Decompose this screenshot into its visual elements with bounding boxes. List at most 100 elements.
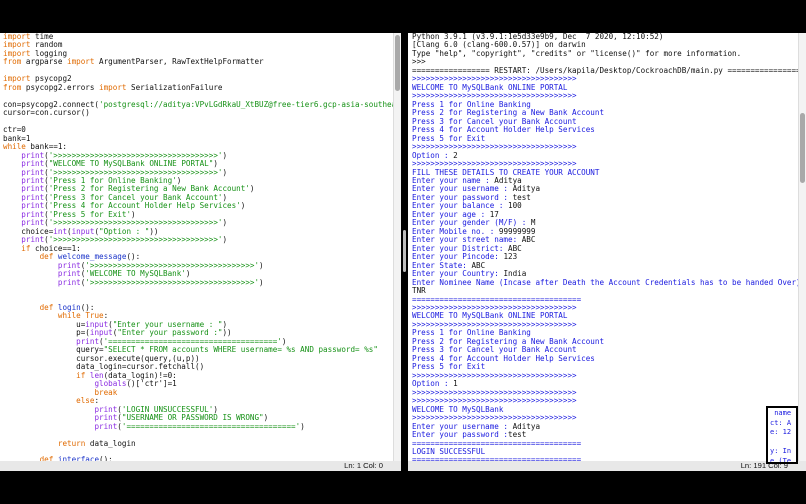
code-token: Aditya	[512, 422, 541, 431]
code-token: Enter your age :	[412, 210, 490, 219]
code-token: )	[281, 337, 287, 346]
editor-line: from argparse import ArgumentParser, Raw…	[3, 58, 401, 66]
shell-line: >>>>>>>>>>>>>>>>>>>>>>>>>>>>>>>>>>>>	[412, 414, 805, 422]
shell-pane[interactable]: Python 3.9.1 (v3.9.1:1e5d33e9b9, Dec 7 2…	[408, 33, 806, 471]
editor-line: print('Press 1 for Online Banking')	[3, 177, 401, 185]
shell-line: Enter your Pincode: 123	[412, 253, 805, 261]
code-token: Aditya	[512, 185, 541, 194]
code-token: 99999999	[498, 227, 536, 236]
autocomplete-item[interactable]: e: 12	[770, 428, 794, 438]
code-token: >>>>>>>>>>>>>>>>>>>>>>>>>>>>>>>>>>>>	[412, 92, 577, 101]
editor-pane[interactable]: import time import random import logging fr…	[0, 33, 401, 471]
code-token: Press 5 for Exit	[412, 134, 486, 143]
code-token: test	[508, 431, 527, 440]
code-token: print	[94, 422, 118, 431]
code-token: '>>>>>>>>>>>>>>>>>>>>>>>>>>>>>>>>>>>>'	[48, 168, 223, 177]
shell-line: FILL THESE DETAILS TO CREATE YOUR ACCOUN…	[412, 169, 805, 177]
shell-line: =====================================	[412, 296, 805, 304]
code-token: )	[131, 210, 136, 219]
code-token: "Enter your password :"	[117, 329, 223, 338]
shell-line: Press 2 for Registering a New Bank Accou…	[412, 338, 805, 346]
editor-line: print('WELCOME TO MySQLBank')	[3, 270, 401, 278]
shell-line: Enter your gender (M/F) : M	[412, 219, 805, 227]
code-token: Python 3.9.1 (v3.9.1:1e5d33e9b9, Dec 7 2…	[412, 33, 664, 41]
code-token: WELCOME TO MySQLBank ONLINE PORTAL	[412, 312, 568, 321]
code-token: "Enter your username : "	[112, 320, 223, 329]
code-token: print	[21, 193, 45, 202]
editor-line: print('>>>>>>>>>>>>>>>>>>>>>>>>>>>>>>>>>…	[3, 262, 401, 270]
shell-output[interactable]: Python 3.9.1 (v3.9.1:1e5d33e9b9, Dec 7 2…	[412, 33, 805, 471]
editor-vertical-scrollbar[interactable]	[393, 33, 401, 471]
code-token: Enter your Pincode:	[412, 253, 504, 262]
editor-code[interactable]: import time import random import logging fr…	[3, 33, 401, 471]
code-token: globals	[94, 380, 127, 389]
shell-line: Press 2 for Registering a New Bank Accou…	[412, 109, 805, 117]
shell-line: Type "help", "copyright", "credits" or "…	[412, 50, 805, 58]
editor-scrollbar-thumb[interactable]	[395, 35, 400, 91]
code-token: ctr=0	[3, 126, 26, 135]
code-token: :	[94, 397, 100, 406]
editor-line: if choice==1:	[3, 245, 401, 253]
code-token: u=	[3, 320, 86, 329]
code-token: cursor.execute(query,(u,p))	[3, 354, 200, 363]
code-token: Enter your username :	[412, 422, 513, 431]
code-token: LOGIN SUCCESSFUL	[412, 447, 486, 456]
code-token: Press 3 for Cancel your Bank Account	[412, 346, 577, 355]
code-token: time	[30, 33, 54, 41]
autocomplete-item[interactable]: y: In	[770, 447, 794, 457]
code-token: )	[222, 320, 228, 329]
shell-scrollbar-thumb[interactable]	[800, 113, 805, 183]
code-token: Press 5 for Exit	[412, 363, 486, 372]
code-token: print	[21, 202, 45, 211]
editor-line: print('Press 4 for Account Holder Help S…	[3, 202, 401, 210]
autocomplete-item[interactable]: name	[770, 409, 794, 419]
editor-line: import random	[3, 41, 401, 49]
editor-line: data_login=cursor.fetchall()	[3, 363, 401, 371]
shell-status-bar: Ln: 191 Col: 9	[408, 461, 806, 471]
code-token: Enter your District:	[412, 244, 509, 253]
shell-line: WELCOME TO MySQLBank ONLINE PORTAL	[412, 84, 805, 92]
code-token: "Option : "	[99, 227, 150, 236]
autocomplete-popup[interactable]: name ct: Ae: 12 y: In e (Te	[766, 406, 798, 464]
pane-divider-handle[interactable]	[403, 230, 406, 272]
code-token: )	[263, 414, 269, 423]
shell-line: Enter your street name: ABC	[412, 236, 805, 244]
code-token: India	[503, 270, 527, 279]
shell-vertical-scrollbar[interactable]	[798, 33, 806, 471]
pane-divider[interactable]	[401, 33, 408, 504]
code-token: def	[39, 253, 54, 262]
code-token: Enter State:	[412, 261, 472, 270]
code-token: >>>>>>>>>>>>>>>>>>>>>>>>>>>>>>>>>>>>	[412, 75, 577, 84]
code-token: Type "help", "copyright", "credits" or "…	[412, 49, 742, 58]
code-token: 'WELCOME TO MySQLBank'	[85, 270, 186, 279]
code-token: )	[259, 278, 264, 287]
editor-line: print('>>>>>>>>>>>>>>>>>>>>>>>>>>>>>>>>>…	[3, 219, 401, 227]
code-token: )	[222, 236, 228, 245]
editor-line: else:	[3, 397, 401, 405]
autocomplete-item[interactable]: ct: A	[770, 419, 794, 429]
shell-line: Enter your password :test	[412, 431, 805, 439]
autocomplete-item[interactable]	[770, 438, 794, 448]
code-token: M	[530, 219, 536, 228]
code-token: >>>>>>>>>>>>>>>>>>>>>>>>>>>>>>>>>>>>	[412, 414, 577, 423]
code-token: def	[39, 304, 54, 312]
code-token: while	[3, 143, 26, 152]
code-token: >>>>>>>>>>>>>>>>>>>>>>>>>>>>>>>>>>>>	[412, 388, 577, 397]
code-token: Option :	[412, 380, 454, 389]
code-token: )	[185, 270, 191, 279]
code-token: bank==1:	[25, 143, 68, 152]
editor-line: def login():	[3, 304, 401, 312]
autocomplete-item[interactable]: e (Te	[770, 457, 794, 463]
code-token: Enter your street name:	[412, 236, 522, 245]
code-token: p=(	[3, 329, 90, 338]
